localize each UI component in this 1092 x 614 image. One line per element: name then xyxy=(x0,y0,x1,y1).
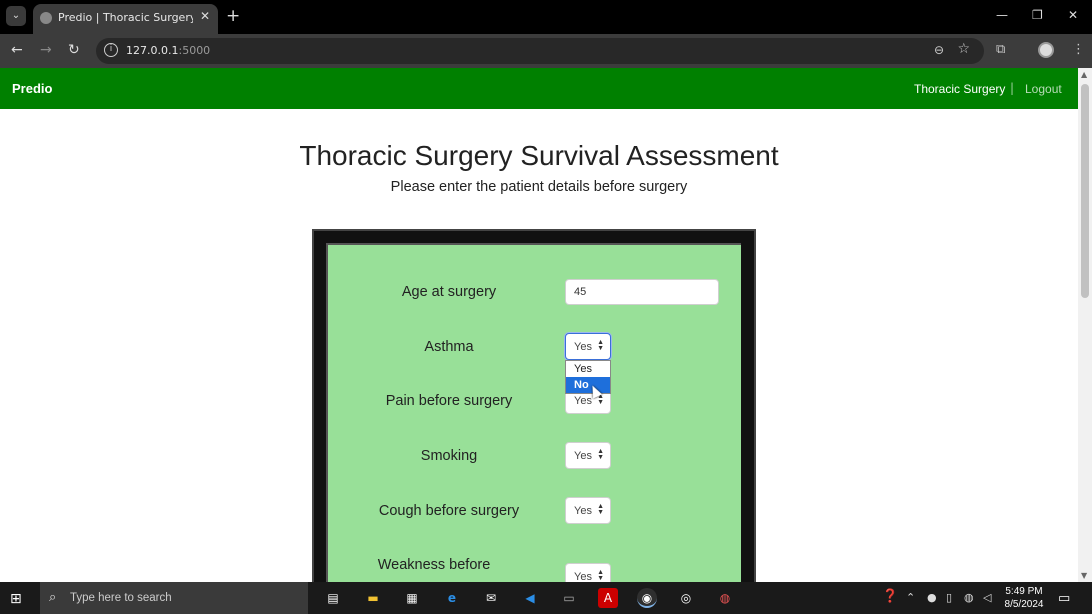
page-viewport: Predio Thoracic Surgery | Logout Thoraci… xyxy=(0,68,1078,582)
chevron-updown-icon: ▲ ▼ xyxy=(597,569,604,582)
reload-icon[interactable]: ↻ xyxy=(68,42,80,58)
puzzle-icon[interactable]: ⧉ xyxy=(996,42,1005,57)
file-explorer-icon[interactable]: ▬ xyxy=(363,588,383,608)
windows-start-icon[interactable]: ⊞ xyxy=(10,591,22,607)
chevron-updown-icon: ▲ ▼ xyxy=(597,339,604,352)
smoking-select-value: Yes xyxy=(574,450,592,462)
battery-icon[interactable]: ▯ xyxy=(946,591,952,604)
mail-icon[interactable]: ✉ xyxy=(481,588,501,608)
url-host: 127.0.0.1 xyxy=(126,44,179,57)
tab-close-icon[interactable]: ✕ xyxy=(200,9,210,23)
tab-search-chevron-down-icon[interactable]: ⌄ xyxy=(6,6,26,26)
smoking-select[interactable]: Yes ▲ ▼ xyxy=(565,442,611,469)
snipping-tool-icon[interactable]: ◍ xyxy=(715,588,735,608)
dropdown-option-yes[interactable]: Yes xyxy=(566,361,610,377)
windows-taskbar: ⊞ ⌕ Type here to search ▤ ▬ ▦ e ✉ ◀ ▭ A … xyxy=(0,582,1092,614)
nav-link-logout[interactable]: Logout xyxy=(1025,82,1062,96)
field-label-weakness: Weakness before xyxy=(377,557,491,573)
weakness-select[interactable]: Yes ▲ ▼ xyxy=(565,563,611,582)
tab-strip: ⌄ Predio | Thoracic Surgery Survival ✕ +… xyxy=(0,0,1092,34)
taskbar-clock[interactable]: 5:49 PM 8/5/2024 xyxy=(1002,585,1046,611)
star-icon[interactable]: ☆ xyxy=(957,41,970,57)
site-navbar: Predio Thoracic Surgery | Logout xyxy=(0,68,1078,109)
network-icon[interactable]: ◍ xyxy=(964,591,974,604)
globe-icon xyxy=(40,12,52,24)
arrow-left-icon[interactable]: ← xyxy=(11,42,23,58)
edge-icon[interactable]: e xyxy=(442,588,462,608)
field-label-cough: Cough before surgery xyxy=(378,503,520,519)
scroll-down-icon[interactable]: ▼ xyxy=(1081,571,1087,580)
chevron-up-icon[interactable]: ⌃ xyxy=(906,591,915,604)
info-icon[interactable]: i xyxy=(104,43,118,57)
avatar-icon[interactable] xyxy=(1038,42,1054,58)
page-title: Thoracic Surgery Survival Assessment xyxy=(299,140,779,171)
cough-select[interactable]: Yes ▲ ▼ xyxy=(565,497,611,524)
terminal-icon[interactable]: ▭ xyxy=(559,588,579,608)
field-label-smoking: Smoking xyxy=(420,448,478,464)
chevron-updown-icon: ▲ ▼ xyxy=(597,503,604,516)
arrow-right-icon[interactable]: → xyxy=(40,42,52,58)
restore-icon[interactable]: ❐ xyxy=(1032,8,1043,22)
taskbar-search-box[interactable]: ⌕ Type here to search xyxy=(40,582,308,614)
scroll-up-icon[interactable]: ▲ xyxy=(1081,70,1087,79)
acrobat-icon[interactable]: A xyxy=(598,588,618,608)
notifications-icon[interactable]: ▭ xyxy=(1058,591,1070,606)
help-icon[interactable]: ❓ xyxy=(882,589,898,604)
more-vertical-icon[interactable]: ⋮ xyxy=(1072,42,1085,57)
clock-time: 5:49 PM xyxy=(1005,586,1043,597)
browser-toolbar: ← → ↻ i 127.0.0.1:5000 ⊖ ☆ ⧉ ⋮ xyxy=(0,34,1092,68)
address-bar[interactable]: i 127.0.0.1:5000 ⊖ ☆ xyxy=(96,38,984,64)
window-close-icon[interactable]: ✕ xyxy=(1068,8,1078,22)
url-port: :5000 xyxy=(178,44,211,57)
page-scrollbar[interactable]: ▲ ▼ xyxy=(1078,68,1092,582)
field-label-pain: Pain before surgery xyxy=(385,393,513,409)
cough-select-value: Yes xyxy=(574,505,592,517)
taskbar-search-placeholder: Type here to search xyxy=(70,592,172,604)
url-text[interactable]: 127.0.0.1:5000 xyxy=(126,44,210,57)
task-view-icon[interactable]: ▤ xyxy=(323,588,343,608)
microphone-icon[interactable]: ● xyxy=(927,591,937,604)
chrome-icon[interactable]: ◉ xyxy=(637,588,657,608)
browser-tab[interactable]: Predio | Thoracic Surgery Survival ✕ xyxy=(33,4,218,34)
volume-icon[interactable]: ◁ xyxy=(983,591,991,604)
field-label-age: Age at surgery xyxy=(401,284,497,300)
zoom-icon[interactable]: ⊖ xyxy=(934,43,944,57)
microsoft-store-icon[interactable]: ▦ xyxy=(402,588,422,608)
asthma-select[interactable]: Yes ▲ ▼ xyxy=(565,333,611,360)
scrollbar-thumb[interactable] xyxy=(1081,84,1089,298)
asthma-select-value: Yes xyxy=(574,341,592,353)
minimize-icon[interactable]: — xyxy=(996,8,1008,22)
search-icon: ⌕ xyxy=(49,590,57,605)
field-label-asthma: Asthma xyxy=(424,339,474,355)
nav-link-thoracic-surgery[interactable]: Thoracic Surgery xyxy=(914,82,1005,96)
vscode-icon[interactable]: ◀ xyxy=(520,588,540,608)
browser-window: ⌄ Predio | Thoracic Surgery Survival ✕ +… xyxy=(0,0,1092,614)
weakness-select-value: Yes xyxy=(574,571,592,582)
tab-title: Predio | Thoracic Surgery Survival xyxy=(58,11,193,24)
age-input[interactable]: 45 xyxy=(565,279,719,305)
chevron-updown-icon: ▲ ▼ xyxy=(597,448,604,461)
clock-date: 8/5/2024 xyxy=(1004,599,1044,610)
nav-separator: | xyxy=(1010,81,1015,95)
pain-select-value: Yes xyxy=(574,395,592,407)
recorder-icon[interactable]: ◎ xyxy=(676,588,696,608)
dropdown-option-no[interactable]: No xyxy=(566,377,610,393)
page-subtitle: Please enter the patient details before … xyxy=(390,179,688,195)
new-tab-plus-icon[interactable]: + xyxy=(226,6,240,26)
brand-logo[interactable]: Predio xyxy=(12,81,52,96)
